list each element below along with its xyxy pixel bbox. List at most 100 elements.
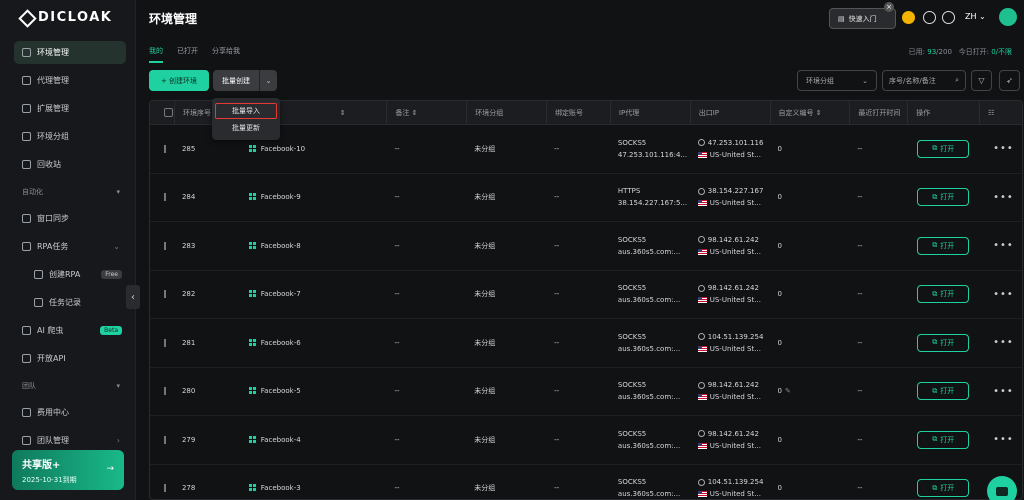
open-button[interactable]: ⧉ 打开 (917, 430, 970, 449)
more-icon[interactable]: ••• (979, 434, 1022, 445)
page-title: 环境管理 (149, 12, 198, 26)
sidebar-item[interactable]: 费用中心 (14, 401, 126, 424)
sidebar-item[interactable]: 窗口同步 (14, 207, 126, 230)
sidebar-item[interactable]: 环境管理 (14, 41, 126, 64)
sidebar-item[interactable]: 回收站 (14, 153, 126, 176)
group-select[interactable]: 环境分组 ⌄ (797, 70, 877, 91)
row-checkbox[interactable] (164, 338, 166, 347)
table-row[interactable]: 279 Facebook-4 -- 未分组 -- SOCKS5 aus.360s5… (150, 416, 1022, 465)
tab-shared[interactable]: 分享给我 (212, 46, 240, 63)
more-icon[interactable]: ••• (979, 143, 1022, 154)
ip-check-icon[interactable] (697, 430, 705, 438)
ip-check-icon[interactable] (697, 284, 705, 292)
sidebar-item[interactable]: AI 爬虫 Beta (14, 319, 126, 342)
search-input[interactable]: 序号/名称/备注 ⌕ (882, 70, 966, 91)
tab-opened[interactable]: 已打开 (177, 46, 198, 63)
sidebar-section[interactable]: 团队 ▾ (14, 375, 126, 397)
table-row[interactable]: 283 Facebook-8 -- 未分组 -- SOCKS5 aus.360s5… (150, 222, 1022, 271)
brand-logo[interactable]: DICLOAK (20, 10, 112, 25)
sidebar-item[interactable]: RPA任务 ⌄ (14, 235, 126, 258)
language-selector[interactable]: ZH ⌄ (965, 12, 986, 21)
chevron-down-icon[interactable]: ⌄ (259, 70, 277, 91)
filter-button[interactable]: ▽ (971, 70, 992, 91)
table-row[interactable]: 281 Facebook-6 -- 未分组 -- SOCKS5 aus.360s5… (150, 319, 1022, 368)
launch-icon: ⧉ (932, 386, 938, 395)
open-button[interactable]: ⧉ 打开 (917, 236, 970, 255)
col-custom-id[interactable]: 自定义编号 ⇕ (769, 101, 850, 125)
more-icon[interactable]: ••• (979, 386, 1022, 397)
row-checkbox[interactable] (164, 484, 166, 493)
menu-item-batch-import[interactable]: 批量导入 (215, 103, 277, 119)
cell-last-open: -- (857, 387, 863, 396)
tag-badge: Beta (100, 326, 122, 335)
help-icon[interactable] (942, 11, 955, 24)
ip-check-icon[interactable] (697, 139, 705, 147)
sidebar-item-label: 扩展管理 (37, 104, 69, 113)
update-icon[interactable] (923, 11, 936, 24)
nav-icon (22, 48, 31, 57)
row-checkbox[interactable] (164, 290, 166, 299)
table-row[interactable]: 278 Facebook-3 -- 未分组 -- SOCKS5 aus.360s5… (150, 465, 1022, 500)
table-row[interactable]: 280 Facebook-5 -- 未分组 -- SOCKS5 aus.360s5… (150, 368, 1022, 416)
col-note[interactable]: 备注 ⇕ (386, 101, 466, 125)
more-icon[interactable]: ••• (979, 192, 1022, 203)
coin-icon[interactable] (902, 11, 915, 24)
menu-item-batch-update[interactable]: 批量更新 (214, 120, 278, 136)
collapse-sidebar-button[interactable]: ‹ (126, 285, 140, 309)
avatar[interactable] (999, 8, 1017, 26)
column-settings-icon[interactable]: ☷ (979, 101, 1022, 125)
create-environment-button[interactable]: + 创建环境 (149, 70, 209, 91)
nav-icon (22, 160, 31, 169)
plan-card[interactable]: 共享版+ 2025-10-31到期 → (12, 450, 124, 490)
cell-id: 280 (181, 387, 196, 396)
sidebar-item[interactable]: 团队管理 › (14, 429, 126, 452)
row-checkbox[interactable] (164, 387, 166, 396)
table-row[interactable]: 282 Facebook-7 -- 未分组 -- SOCKS5 aus.360s5… (150, 271, 1022, 319)
row-checkbox[interactable] (164, 241, 166, 250)
open-button[interactable]: ⧉ 打开 (917, 333, 970, 352)
ip-check-icon[interactable] (697, 381, 705, 389)
environment-table: 环境序号 ⇕ 备注 ⇕ 环境分组 绑定账号 IP代理 出口IP 自定义编号 ⇕ … (149, 100, 1023, 500)
row-checkbox[interactable] (164, 435, 166, 444)
row-checkbox[interactable] (164, 193, 166, 202)
cell-last-open: -- (857, 290, 863, 299)
ip-check-icon[interactable] (697, 187, 705, 195)
more-icon[interactable]: ••• (979, 240, 1022, 251)
ip-check-icon[interactable] (697, 478, 705, 486)
sidebar-item[interactable]: 代理管理 (14, 69, 126, 92)
sidebar-item[interactable]: 开放API (14, 347, 126, 370)
cell-name: Facebook-10 (248, 144, 387, 153)
sidebar-item[interactable]: 创建RPA Free (14, 263, 126, 286)
table-row[interactable]: 285 Facebook-10 -- 未分组 -- SOCKS5 47.253.1… (150, 125, 1022, 174)
sidebar-item[interactable]: 环境分组 (14, 125, 126, 148)
tab-mine[interactable]: 我的 (149, 46, 163, 63)
ip-check-icon[interactable] (697, 333, 705, 341)
select-all-checkbox[interactable] (164, 108, 173, 117)
cell-exit-ip: 47.253.101.116 US-United St... (690, 137, 770, 161)
row-checkbox[interactable] (164, 144, 166, 153)
open-button[interactable]: ⧉ 打开 (917, 139, 970, 158)
more-icon[interactable]: ••• (979, 337, 1022, 348)
quick-action-button[interactable]: ➶ (999, 70, 1020, 91)
windows-icon (248, 387, 257, 395)
table-body: 285 Facebook-10 -- 未分组 -- SOCKS5 47.253.1… (150, 125, 1022, 500)
edit-icon[interactable]: ✎ (785, 387, 791, 395)
open-button[interactable]: ⧉ 打开 (917, 382, 970, 401)
sidebar-item[interactable]: 任务记录 (14, 291, 126, 314)
chat-button[interactable] (987, 476, 1017, 500)
cell-group: 未分组 (474, 241, 496, 250)
close-icon[interactable]: × (884, 2, 894, 12)
more-icon[interactable]: ••• (979, 289, 1022, 300)
open-button[interactable]: ⧉ 打开 (917, 479, 970, 498)
ip-check-icon[interactable] (697, 236, 705, 244)
table-row[interactable]: 284 Facebook-9 -- 未分组 -- HTTPS 38.154.227… (150, 174, 1022, 222)
sidebar-section[interactable]: 自动化 ▾ (14, 181, 126, 203)
cell-custom-id: 0 (777, 484, 783, 493)
batch-create-button[interactable]: 批量创建 ⌄ (213, 70, 277, 91)
cell-note: -- (394, 484, 400, 493)
sidebar-item-label: 开放API (37, 354, 66, 363)
col-last-open[interactable]: 最近打开时间 (849, 101, 907, 125)
sidebar-item[interactable]: 扩展管理 (14, 97, 126, 120)
open-button[interactable]: ⧉ 打开 (917, 188, 970, 207)
open-button[interactable]: ⧉ 打开 (917, 285, 970, 304)
